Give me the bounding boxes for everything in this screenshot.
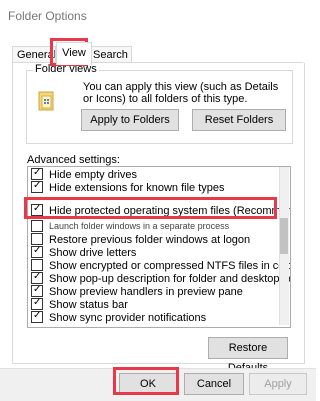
apply-to-folders-button[interactable]: Apply to Folders — [81, 109, 179, 131]
list-item-label: Show pop-up description for folder and d… — [49, 273, 291, 285]
scrollbar-thumb[interactable] — [280, 218, 288, 254]
list-item[interactable]: Show sync provider notifications — [31, 311, 207, 325]
cancel-button[interactable]: Cancel — [184, 373, 244, 395]
restore-defaults-button[interactable]: Restore Defaults — [208, 337, 288, 374]
list-item[interactable]: Hide empty drives — [31, 168, 138, 182]
list-item[interactable]: Hide extensions for known file types — [31, 181, 225, 195]
checkbox[interactable] — [31, 272, 43, 285]
tab-search[interactable]: Search — [88, 46, 132, 63]
checkbox[interactable] — [31, 233, 43, 246]
window-title: Folder Options — [8, 9, 87, 23]
highlight-protected-files — [24, 197, 277, 219]
list-item[interactable]: Launch folder windows in a separate proc… — [31, 219, 230, 233]
checkbox[interactable] — [31, 181, 43, 194]
list-item-label: Hide empty drives — [49, 169, 138, 181]
list-item-label: Launch folder windows in a separate proc… — [49, 221, 230, 231]
list-item-label: Show encrypted or compressed NTFS files … — [49, 260, 291, 272]
apply-button[interactable]: Apply — [249, 373, 307, 395]
reset-folders-button[interactable]: Reset Folders — [192, 109, 286, 131]
checkbox[interactable] — [31, 219, 43, 232]
tab-view[interactable]: View — [56, 42, 92, 65]
folder-views-description: You can apply this view (such as Details… — [83, 81, 279, 105]
advanced-settings-label: Advanced settings: — [27, 154, 120, 166]
list-item-label: Show sync provider notifications — [49, 312, 207, 324]
list-item-label: Show drive letters — [49, 247, 137, 259]
list-item[interactable]: Show status bar — [31, 298, 128, 312]
advanced-settings-list[interactable]: Hide empty drives Hide extensions for kn… — [27, 166, 291, 328]
checkbox[interactable] — [31, 246, 43, 259]
list-item[interactable]: Show drive letters — [31, 246, 137, 260]
checkbox[interactable] — [31, 259, 43, 272]
checkbox[interactable] — [31, 311, 43, 324]
list-item-label: Show preview handlers in preview pane — [49, 286, 243, 298]
checkbox[interactable] — [31, 298, 43, 311]
highlight-ok-button — [113, 367, 179, 395]
list-item-label: Show status bar — [49, 299, 128, 311]
checkbox[interactable] — [31, 168, 43, 181]
folder-icon — [38, 91, 54, 111]
list-item-label: Hide extensions for known file types — [49, 182, 225, 194]
list-item-label: Restore previous folder windows at logon — [49, 234, 251, 246]
list-item[interactable]: Show encrypted or compressed NTFS files … — [31, 259, 291, 273]
list-item[interactable]: Show pop-up description for folder and d… — [31, 272, 291, 286]
list-item[interactable]: Restore previous folder windows at logon — [31, 233, 251, 247]
list-item[interactable]: Show preview handlers in preview pane — [31, 285, 243, 299]
checkbox[interactable] — [31, 285, 43, 298]
